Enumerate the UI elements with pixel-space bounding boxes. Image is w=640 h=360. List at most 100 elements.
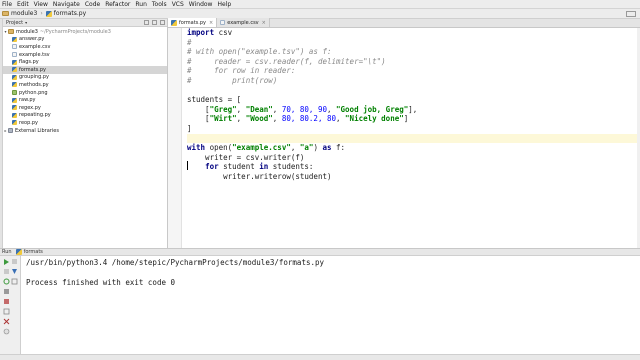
tab-formats-py[interactable]: formats.py × (168, 18, 218, 27)
code-token: "Nicely done" (345, 114, 404, 124)
code-line-current (187, 133, 637, 144)
python-file-icon (15, 249, 22, 255)
csv-file-icon (220, 20, 226, 25)
tree-external-libraries[interactable]: ▸ External Libraries (3, 127, 167, 135)
code-line: ["Wirt", "Wood", 80, 80.2, 80, "Nicely d… (187, 114, 637, 124)
tree-item-raw[interactable]: raw.py (3, 96, 167, 104)
tree-item-repeating[interactable]: repeating.py (3, 112, 167, 120)
code-token: , (290, 143, 300, 153)
code-line: for student in students: (187, 162, 637, 172)
run-console[interactable]: /usr/bin/python3.4 /home/stepic/PycharmP… (21, 256, 640, 354)
tree-item-label: regex.py (19, 104, 41, 111)
soft-wrap-icon[interactable] (11, 278, 18, 285)
menu-navigate[interactable]: Navigate (53, 1, 80, 8)
image-file-icon (12, 90, 17, 96)
tab-label: example.csv (227, 19, 259, 26)
sync-icon[interactable] (144, 20, 149, 25)
run-toolbar-icons (3, 259, 18, 335)
code-token: 80, 80.2, 80 (281, 114, 337, 124)
print-icon[interactable] (4, 289, 9, 294)
tree-item-formats[interactable]: formats.py (3, 65, 167, 74)
clear-icon[interactable] (4, 299, 9, 304)
menu-view[interactable]: View (34, 1, 48, 8)
help-icon[interactable] (3, 328, 10, 335)
pause-icon[interactable] (4, 269, 9, 274)
tree-item-reop[interactable]: reop.py (3, 119, 167, 127)
breadcrumb-module3[interactable]: module3 (2, 10, 37, 17)
code-token: "example.csv" (232, 143, 291, 153)
code-token: "a" (299, 143, 314, 153)
tree-item-example-csv[interactable]: example.csv (3, 43, 167, 51)
stop-icon[interactable] (12, 259, 17, 264)
tree-item-label: methods.py (19, 81, 49, 88)
breadcrumb-formats[interactable]: formats.py (45, 10, 86, 17)
tree-root-path: ~/PycharmProjects/module3 (39, 28, 111, 35)
gear-icon[interactable] (152, 20, 157, 25)
tree-item-regex[interactable]: regex.py (3, 104, 167, 112)
code-editor[interactable]: import csv # # with open("example.tsv") … (168, 28, 640, 248)
pin-icon[interactable] (3, 308, 10, 315)
tree-item-label: formats.py (19, 66, 47, 73)
code-line: # with open("example.tsv") as f: (187, 47, 332, 57)
tree-root-module3[interactable]: ▾ module3 ~/PycharmProjects/module3 (3, 28, 167, 36)
tree-item-methods[interactable]: methods.py (3, 81, 167, 89)
code-token: "Good job, Greg" (336, 104, 409, 114)
code-line: # print(row) (187, 75, 278, 85)
scroll-down-icon[interactable] (12, 269, 17, 274)
tab-example-csv[interactable]: example.csv × (217, 18, 270, 27)
python-file-icon (12, 105, 17, 111)
tree-item-label: example.csv (19, 43, 51, 50)
project-tree: ▾ module3 ~/PycharmProjects/module3 answ… (3, 27, 167, 134)
tree-item-python-png[interactable]: python.png (3, 89, 167, 97)
tree-item-grouping[interactable]: grouping.py (3, 74, 167, 82)
tree-item-answer[interactable]: answer.py (3, 36, 167, 44)
code-area[interactable]: import csv # # with open("example.tsv") … (187, 28, 637, 182)
menu-refactor[interactable]: Refactor (105, 1, 130, 8)
python-file-icon (12, 112, 17, 118)
hide-icon[interactable] (160, 20, 165, 25)
code-token: import (187, 28, 215, 37)
breadcrumb-label: module3 (11, 10, 38, 17)
code-token: student (218, 162, 260, 172)
run-panel-label[interactable]: Run (2, 249, 12, 255)
close-icon[interactable]: × (209, 20, 213, 26)
window-toggle-icon[interactable] (626, 11, 636, 17)
project-panel-title[interactable]: Project (6, 20, 23, 26)
menu-code[interactable]: Code (85, 1, 100, 8)
tree-item-label: python.png (19, 89, 48, 96)
code-line: ] (187, 123, 192, 133)
code-token: 70, 80, 90 (281, 104, 327, 114)
code-line: # (187, 37, 192, 47)
tree-item-label: example.tsv (19, 51, 50, 58)
editor-gutter[interactable] (168, 28, 182, 248)
menu-run[interactable]: Run (135, 1, 147, 8)
code-token: csv (214, 28, 233, 37)
code-token: , (326, 104, 337, 114)
code-token: , (272, 104, 282, 114)
chevron-down-icon[interactable]: ▾ (25, 20, 27, 25)
run-config-tab[interactable]: formats (15, 249, 43, 255)
menu-edit[interactable]: Edit (17, 1, 29, 8)
tree-item-example-tsv[interactable]: example.tsv (3, 51, 167, 59)
run-panel-header: Run formats (0, 248, 640, 256)
tree-item-flags[interactable]: flags.py (3, 58, 167, 66)
restart-icon[interactable] (3, 278, 10, 285)
rerun-icon[interactable] (4, 259, 9, 265)
console-output-line: Process finished with exit code 0 (26, 278, 176, 287)
menu-bar: File Edit View Navigate Code Refactor Ru… (0, 0, 640, 9)
menu-vcs[interactable]: VCS (172, 1, 184, 8)
run-config-label: formats (23, 249, 43, 255)
menu-window[interactable]: Window (189, 1, 213, 8)
tree-item-label: raw.py (19, 97, 36, 104)
menu-file[interactable]: File (2, 1, 12, 8)
menu-help[interactable]: Help (217, 1, 231, 8)
project-panel: Project ▾ ▾ module3 ~/PycharmProjects/mo… (3, 19, 168, 248)
close-icon[interactable]: × (262, 20, 266, 26)
close-icon[interactable] (3, 318, 10, 325)
code-token: , (336, 114, 346, 124)
menu-tools[interactable]: Tools (152, 1, 167, 8)
tab-label: formats.py (179, 19, 207, 26)
